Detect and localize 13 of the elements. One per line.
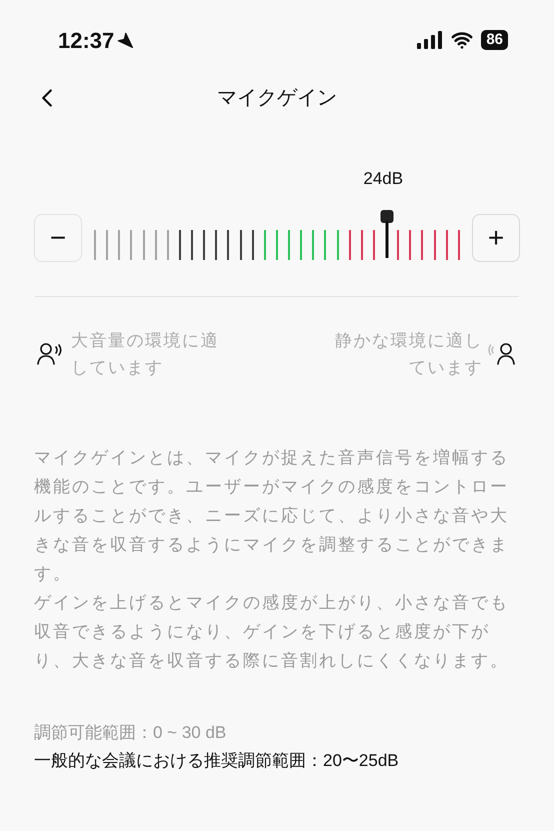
- battery-indicator: 86: [481, 30, 508, 50]
- decrease-button[interactable]: −: [34, 214, 82, 262]
- range-text: 一般的な会議における推奨調節範囲：20〜25dB: [34, 750, 400, 772]
- description-paragraph: ゲインを上げるとマイクの感度が上がり、小さな音でも収音できるようになり、ゲインを下げると感度が下がり、大きな音を収音する際に音割れしにくくなります。: [34, 592, 510, 672]
- increase-button[interactable]: +: [472, 214, 520, 262]
- status-time: 12:37: [58, 26, 114, 54]
- signal-icon: [417, 31, 444, 49]
- range-text: 調節可能範囲：0 ~ 30 dB: [34, 722, 228, 744]
- description-paragraph: マイクゲインとは、マイクが捉えた音声信号を増幅する機能のことです。ユーザーがマイクの感度をコントロールすることができ、ニーズに応じて、より小さな音や大きな音を収音するようにマイクを調整することができます。: [34, 447, 510, 585]
- location-icon: [116, 31, 134, 49]
- hint-text: 静かな環境に適しています: [334, 330, 483, 379]
- hint-text: 大音量の環境に適しています: [71, 330, 220, 379]
- page-title: マイクゲイン: [217, 86, 337, 111]
